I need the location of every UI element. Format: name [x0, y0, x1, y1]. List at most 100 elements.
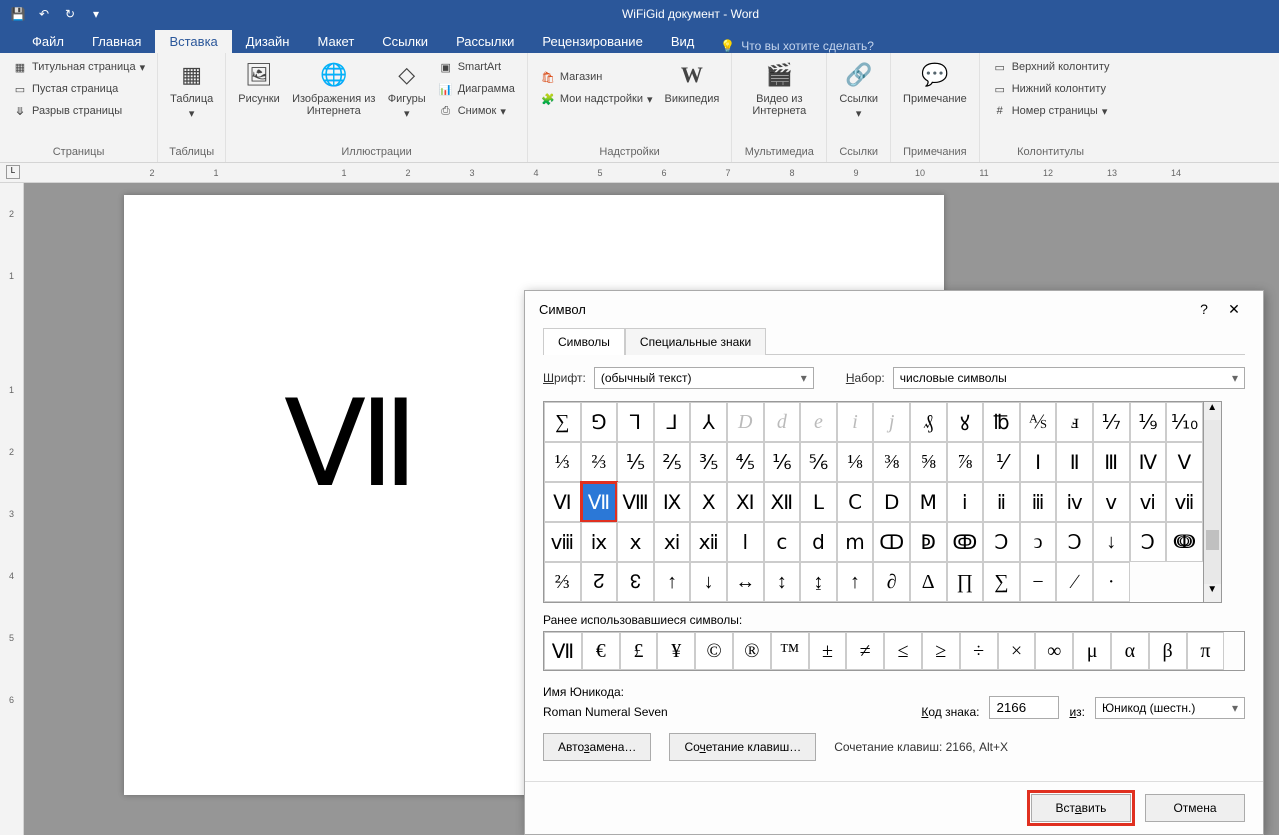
scroll-track[interactable] — [1204, 420, 1221, 584]
recent-symbol-cell[interactable]: ≥ — [922, 632, 960, 670]
blank-page-button[interactable]: ▭Пустая страница — [8, 79, 122, 99]
symbol-cell[interactable]: ⅕ — [617, 442, 654, 482]
tab-view[interactable]: Вид — [657, 30, 709, 53]
symbol-cell[interactable]: ⅽ — [764, 522, 801, 562]
symbol-cell[interactable]: ⅵ — [1130, 482, 1167, 522]
symbol-cell[interactable]: ⅿ — [837, 522, 874, 562]
symbol-cell[interactable]: ⅐ — [1093, 402, 1130, 442]
symbol-cell[interactable]: Ⅲ — [1093, 442, 1130, 482]
recent-symbol-cell[interactable]: ™ — [771, 632, 809, 670]
symbol-cell[interactable]: ∂ — [873, 562, 910, 602]
autocorrect-button[interactable]: Автозамена… — [543, 733, 651, 761]
symbol-cell[interactable]: − — [1020, 562, 1057, 602]
symbol-cell[interactable]: ↓ — [1093, 522, 1130, 562]
symbol-cell[interactable]: ⅂ — [617, 402, 654, 442]
undo-icon[interactable]: ↶ — [32, 2, 56, 26]
symbol-cell[interactable]: ∑ — [544, 402, 581, 442]
recent-symbol-cell[interactable]: ® — [733, 632, 771, 670]
symbol-cell[interactable]: ⅑ — [1130, 402, 1167, 442]
recent-symbol-cell[interactable]: ± — [809, 632, 847, 670]
tab-file[interactable]: Файл — [18, 30, 78, 53]
recent-symbol-cell[interactable]: π — [1187, 632, 1225, 670]
header-button[interactable]: ▭Верхний колонтиту — [988, 57, 1114, 77]
symbol-cell[interactable]: ⅄ — [690, 402, 727, 442]
tab-insert[interactable]: Вставка — [155, 30, 231, 53]
online-video-button[interactable]: 🎬Видео из Интернета — [740, 57, 818, 119]
recent-symbol-cell[interactable]: £ — [620, 632, 658, 670]
symbol-cell[interactable]: j — [873, 402, 910, 442]
symbol-cell[interactable]: Ⅾ — [873, 482, 910, 522]
recent-symbol-cell[interactable]: ≠ — [846, 632, 884, 670]
symbol-cell[interactable]: ⅶ — [1166, 482, 1203, 522]
symbol-cell[interactable]: ∏ — [947, 562, 984, 602]
tab-design[interactable]: Дизайн — [232, 30, 304, 53]
table-button[interactable]: ▦Таблица▾ — [166, 57, 217, 122]
symbol-cell[interactable]: Ↄ — [1130, 522, 1167, 562]
symbol-cell[interactable]: ⅘ — [727, 442, 764, 482]
symbol-cell[interactable]: Ↄ — [1056, 522, 1093, 562]
symbol-cell[interactable]: ⅰ — [947, 482, 984, 522]
symbol-cell[interactable]: ℔ — [983, 402, 1020, 442]
scroll-down-icon[interactable]: ▼ — [1204, 584, 1221, 602]
symbol-cell[interactable]: ⅾ — [800, 522, 837, 562]
pictures-button[interactable]: 🖼Рисунки — [234, 57, 284, 107]
symbol-cell[interactable]: d — [764, 402, 801, 442]
symbol-cell[interactable]: D — [727, 402, 764, 442]
save-icon[interactable]: 💾 — [6, 2, 30, 26]
page-break-button[interactable]: ⤋Разрыв страницы — [8, 101, 126, 121]
subset-select[interactable]: числовые символы▾ — [893, 367, 1245, 389]
symbol-cell[interactable]: ↔ — [727, 562, 764, 602]
ruler-horizontal[interactable]: L 211234567891011121314 — [0, 163, 1279, 183]
symbol-cell[interactable]: ⅟ — [983, 442, 1020, 482]
symbol-cell[interactable]: ⅸ — [581, 522, 618, 562]
symbol-cell[interactable]: ⅓ — [544, 442, 581, 482]
symbol-cell[interactable]: ⅚ — [800, 442, 837, 482]
tab-mailings[interactable]: Рассылки — [442, 30, 528, 53]
symbol-cell[interactable]: Ⅽ — [837, 482, 874, 522]
symbol-cell[interactable]: ↓ — [690, 562, 727, 602]
symbol-cell[interactable]: ꙋ — [947, 402, 984, 442]
recent-symbol-cell[interactable]: ÷ — [960, 632, 998, 670]
symbol-cell[interactable]: Ⅳ — [1130, 442, 1167, 482]
font-select[interactable]: (обычный текст)▾ — [594, 367, 814, 389]
symbol-cell[interactable]: Ⅴ — [1166, 442, 1203, 482]
close-button[interactable]: ✕ — [1219, 301, 1249, 318]
shapes-button[interactable]: ◇Фигуры▾ — [384, 57, 430, 122]
symbol-cell[interactable]: ⅷ — [544, 522, 581, 562]
tab-special-chars[interactable]: Специальные знаки — [625, 328, 766, 355]
symbol-cell[interactable]: ⅳ — [1056, 482, 1093, 522]
symbol-cell[interactable]: ↋ — [617, 562, 654, 602]
links-button[interactable]: 🔗Ссылки▾ — [835, 57, 882, 122]
symbol-cell[interactable]: Ⅿ — [910, 482, 947, 522]
symbol-cell[interactable]: Ⅹ — [690, 482, 727, 522]
scroll-up-icon[interactable]: ▲ — [1204, 402, 1221, 420]
symbol-cell[interactable]: ⅔ — [544, 562, 581, 602]
symbol-cell[interactable]: ⅍ — [1020, 402, 1057, 442]
symbol-cell[interactable]: ∕ — [1056, 562, 1093, 602]
recent-symbol-cell[interactable]: ¥ — [657, 632, 695, 670]
symbol-cell[interactable]: ⅜ — [873, 442, 910, 482]
chart-button[interactable]: 📊Диаграмма — [434, 79, 519, 99]
symbol-cell[interactable]: Ⅰ — [1020, 442, 1057, 482]
symbol-cell[interactable]: Ⅺ — [727, 482, 764, 522]
online-pictures-button[interactable]: 🌐Изображения из Интернета — [288, 57, 380, 119]
symbol-scrollbar[interactable]: ▲ ▼ — [1204, 401, 1222, 603]
symbol-cell[interactable]: Δ — [910, 562, 947, 602]
smartart-button[interactable]: ▣SmartArt — [434, 57, 519, 77]
symbol-cell[interactable]: ↨ — [800, 562, 837, 602]
tab-symbols[interactable]: Символы — [543, 328, 625, 355]
symbol-cell[interactable]: ⅃ — [654, 402, 691, 442]
qat-dropdown-icon[interactable]: ▾ — [84, 2, 108, 26]
symbol-cell[interactable]: ↈ — [1166, 522, 1203, 562]
recent-symbol-cell[interactable]: β — [1149, 632, 1187, 670]
insert-button[interactable]: Вставить — [1031, 794, 1131, 822]
symbol-cell[interactable]: ⅺ — [654, 522, 691, 562]
comment-button[interactable]: 💬Примечание — [899, 57, 971, 107]
symbol-cell[interactable]: ↑ — [837, 562, 874, 602]
symbol-cell[interactable]: Ⅵ — [544, 482, 581, 522]
symbol-cell[interactable]: i — [837, 402, 874, 442]
tab-layout[interactable]: Макет — [303, 30, 368, 53]
symbol-cell[interactable]: Ⅼ — [800, 482, 837, 522]
document-text[interactable]: Ⅶ — [284, 378, 418, 511]
from-select[interactable]: Юникод (шестн.)▾ — [1095, 697, 1245, 719]
